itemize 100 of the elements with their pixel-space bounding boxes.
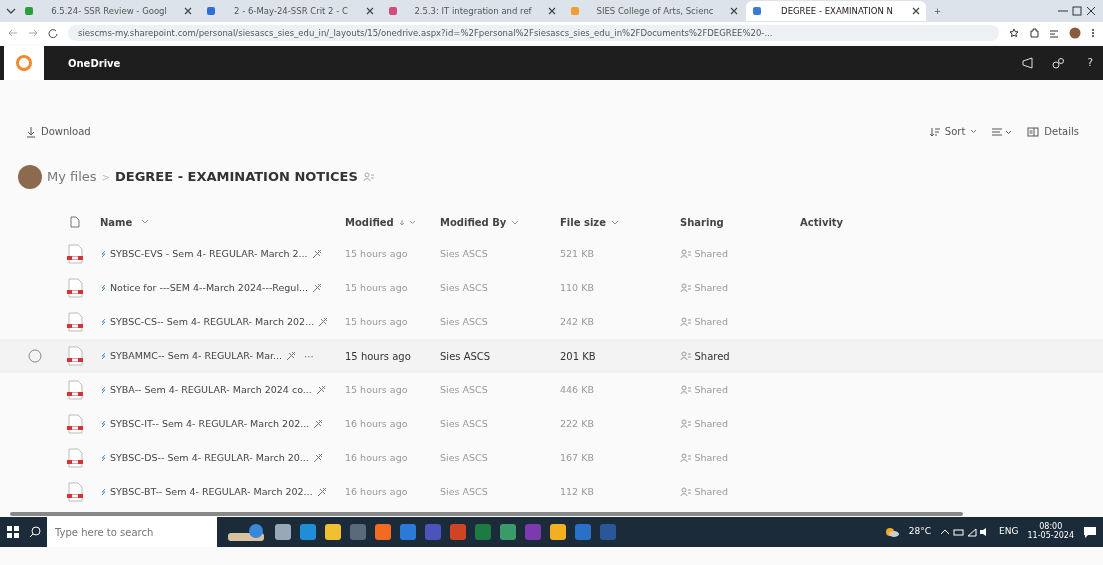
pin-off-icon[interactable] <box>311 249 322 259</box>
shared-people-icon <box>680 351 692 361</box>
file-row[interactable]: SYBAMMC-- Sem 4- REGULAR- Mar... ··· 15 hours ago Sies ASCS 201 KB Shared <box>0 339 1103 373</box>
pin-off-icon[interactable] <box>316 487 327 497</box>
pin-off-icon[interactable] <box>318 317 329 327</box>
modified-by-name: Sies ASCS <box>440 247 488 259</box>
chevron-down-icon[interactable] <box>6 7 16 15</box>
page-favicon-icon <box>388 6 398 16</box>
search-highlight-drawing[interactable] <box>226 521 266 543</box>
profile-avatar-icon[interactable] <box>1069 27 1081 39</box>
close-icon[interactable] <box>366 7 374 15</box>
download-icon <box>26 125 36 138</box>
search-icon <box>29 526 41 538</box>
pin-off-icon[interactable] <box>313 419 324 429</box>
file-type-icon <box>70 216 80 228</box>
sharing-status: Shared <box>694 246 728 261</box>
back-arrow-icon[interactable] <box>8 28 18 38</box>
shared-people-icon <box>680 419 692 429</box>
chevron-down-icon <box>511 219 520 226</box>
pin-off-icon[interactable] <box>286 351 297 361</box>
modified-by-name: Sies ASCS <box>440 417 488 429</box>
column-header[interactable]: Activity <box>800 216 844 228</box>
clock-time[interactable]: 08:00 <box>1039 523 1063 532</box>
shared-people-icon <box>680 283 692 293</box>
file-name-link[interactable]: SYBAMMC-- Sem 4- REGULAR- Mar... <box>110 348 283 364</box>
close-icon[interactable] <box>912 7 920 15</box>
close-icon[interactable] <box>184 7 192 15</box>
select-circle[interactable] <box>28 349 42 363</box>
input-language[interactable]: ENG <box>999 525 1019 539</box>
view-options-icon[interactable] <box>991 126 1014 137</box>
pin-off-icon[interactable] <box>312 453 323 463</box>
reload-icon[interactable] <box>48 28 58 38</box>
weather-cloud-icon <box>883 526 900 538</box>
file-name-link[interactable]: SYBSC-IT-- Sem 4- REGULAR- March 202... <box>110 416 310 432</box>
page-favicon-icon <box>24 6 34 16</box>
shared-people-icon <box>680 385 692 395</box>
sort-button[interactable]: Sort <box>925 122 982 141</box>
pdf-file-icon <box>66 278 84 298</box>
browser-tab[interactable]: 2.5.3: IT integration and ref <box>382 1 562 21</box>
file-size: 112 KB <box>560 485 594 497</box>
scrollbar[interactable] <box>10 512 963 516</box>
more-menu-icon[interactable] <box>1091 28 1095 38</box>
forward-arrow-icon[interactable] <box>28 28 38 38</box>
pdf-file-icon <box>66 482 84 502</box>
sharing-status: Shared <box>694 349 730 364</box>
column-header[interactable]: Modified <box>345 216 394 228</box>
column-header[interactable]: Modified By <box>440 216 507 228</box>
sharing-status: Shared <box>694 280 728 295</box>
browser-tab[interactable]: SIES College of Arts, Scienc <box>564 1 744 21</box>
browser-tab[interactable]: 6.5.24- SSR Review - Googl <box>18 1 198 21</box>
notification-icon[interactable] <box>1083 525 1097 539</box>
reading-list-icon[interactable] <box>1049 28 1059 38</box>
file-name-link[interactable]: Notice for ---SEM 4--March 2024---Regul... <box>110 280 309 296</box>
browser-tab[interactable]: 2 - 6-May-24-SSR Crit 2 - C <box>200 1 380 21</box>
pdf-file-icon <box>66 414 84 434</box>
sort-icon <box>929 126 940 137</box>
column-header[interactable]: File size <box>560 216 606 228</box>
pdf-file-icon <box>66 312 84 332</box>
people-icon[interactable] <box>1051 57 1066 69</box>
modified-time: 16 hours ago <box>345 451 408 463</box>
close-icon[interactable] <box>730 7 738 15</box>
shared-people-icon <box>680 453 692 463</box>
modified-time: 15 hours ago <box>345 247 408 259</box>
details-button[interactable]: Details <box>1023 122 1083 141</box>
address-bar[interactable]: siescms-my.sharepoint.com/personal/siesascs_sies_edu_in/_layouts/15/onedrive.aspx?id=%2Fpersonal%2Fsiesascs_sies_edu_in%2FDocuments%2FDEGREE%20-... <box>68 24 999 42</box>
modified-time: 15 hours ago <box>345 315 408 327</box>
taskbar-search-field[interactable]: Type here to search <box>47 517 217 547</box>
file-name-link[interactable]: SYBSC-EVS - Sem 4- REGULAR- March 2... <box>110 246 308 262</box>
megaphone-icon[interactable] <box>1021 57 1036 69</box>
pin-off-icon[interactable] <box>315 385 326 395</box>
shared-people-icon <box>680 317 692 327</box>
pin-off-icon[interactable] <box>312 283 323 293</box>
sharing-status: Shared <box>694 416 728 431</box>
column-header[interactable]: Name <box>100 214 133 230</box>
column-header[interactable]: Sharing <box>680 216 724 228</box>
modified-by-name: Sies ASCS <box>440 383 488 395</box>
file-name-link[interactable]: SYBSC-CS-- Sem 4- REGULAR- March 202... <box>110 314 315 330</box>
help-button[interactable]: ? <box>1081 53 1099 73</box>
close-icon[interactable] <box>1085 6 1097 16</box>
modified-time: 15 hours ago <box>345 350 411 362</box>
file-size: 222 KB <box>560 417 594 429</box>
browser-tab[interactable]: DEGREE - EXAMINATION N <box>746 1 926 21</box>
folder-avatar <box>18 165 42 189</box>
download-button[interactable]: Download <box>22 122 95 141</box>
file-name-link[interactable]: SYBSC-DS-- Sem 4- REGULAR- March 20... <box>110 450 309 466</box>
clock-date[interactable]: 11-05-2024 <box>1027 532 1074 541</box>
weather-temperature[interactable]: 28°C <box>908 525 932 539</box>
file-size: 201 KB <box>560 350 596 362</box>
chevron-down-icon <box>141 219 150 225</box>
breadcrumb-link[interactable]: My files <box>47 167 97 187</box>
close-icon[interactable] <box>548 7 556 15</box>
app-title[interactable]: OneDrive <box>68 55 1022 71</box>
new-tab-button[interactable]: + <box>928 1 952 21</box>
file-name-link[interactable]: SYBSC-BT-- Sem 4- REGULAR- March 202... <box>110 484 313 500</box>
maximize-icon[interactable] <box>1071 6 1083 16</box>
start-menu-icon[interactable] <box>6 525 20 539</box>
star-icon[interactable] <box>1009 28 1019 38</box>
file-name-link[interactable]: SYBA-- Sem 4- REGULAR- March 2024 co... <box>110 382 312 398</box>
more-actions-button[interactable]: ··· <box>300 348 318 364</box>
chevron-down-icon <box>610 219 619 226</box>
